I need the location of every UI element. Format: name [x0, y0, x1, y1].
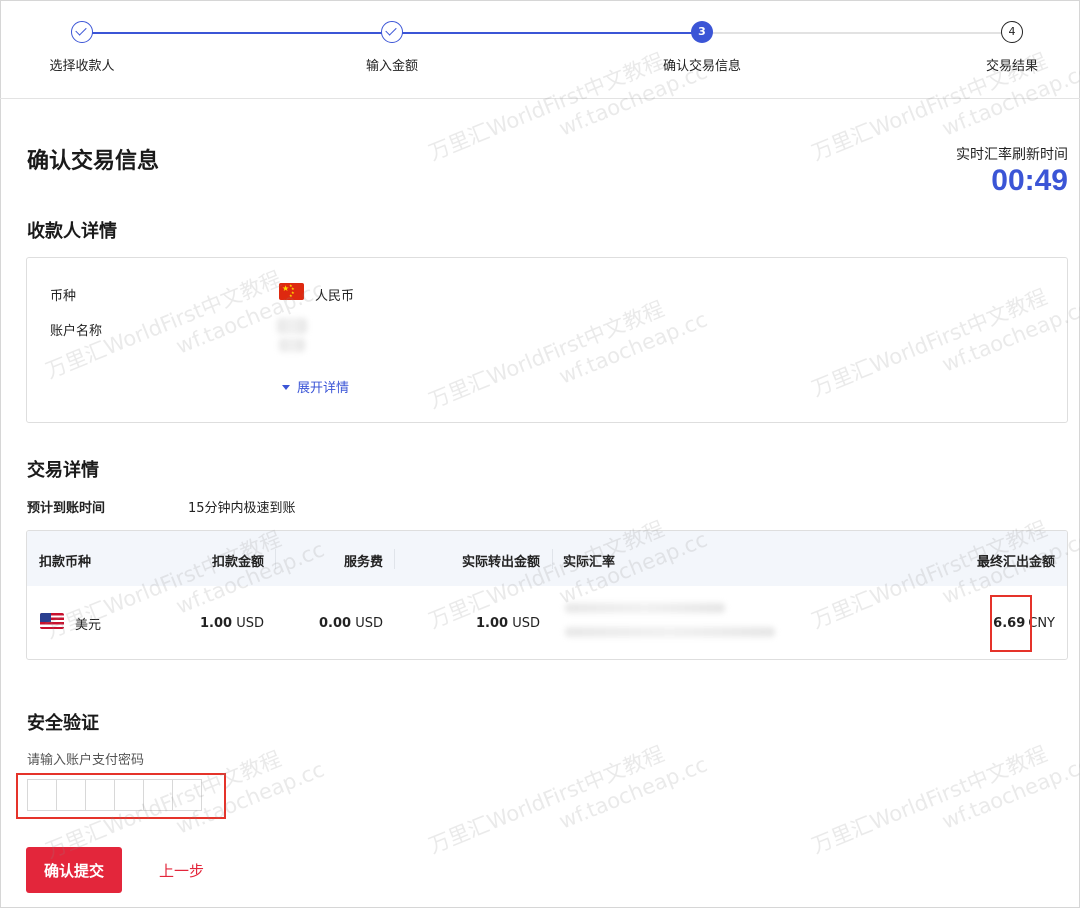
blurred-exchange-rate: [565, 603, 725, 613]
currency-label: 币种: [50, 289, 77, 304]
currency-value: 人民币: [315, 289, 355, 304]
confirm-submit-button[interactable]: 确认提交: [26, 847, 122, 893]
step-label: 输入金额: [365, 59, 418, 74]
step-confirm-transaction: 3 确认交易信息: [642, 21, 762, 74]
col-debit-currency: 扣款币种: [39, 555, 92, 570]
caret-down-icon: [282, 385, 290, 390]
refresh-countdown: 00:49: [991, 164, 1068, 197]
step-number: 4: [1001, 21, 1023, 43]
debit-amount-value: 1.00 USD: [200, 616, 264, 631]
account-name-label: 账户名称: [50, 324, 103, 339]
column-divider: [552, 549, 553, 569]
arrival-time-value: 15分钟内极速到账: [188, 501, 296, 516]
step-label: 交易结果: [985, 59, 1038, 74]
arrival-time-label: 预计到账时间: [27, 501, 106, 516]
previous-step-link[interactable]: 上一步: [159, 860, 204, 881]
column-divider: [275, 549, 276, 569]
page-title: 确认交易信息: [27, 149, 160, 174]
step-label: 确认交易信息: [662, 59, 741, 74]
service-fee-value: 0.00 USD: [319, 616, 383, 631]
step-select-payee: 选择收款人: [22, 21, 142, 74]
table-header: 扣款币种 扣款金额 服务费 实际转出金额 实际汇率 最终汇出金额: [27, 531, 1067, 586]
step-transaction-result: 4 交易结果: [952, 21, 1072, 74]
us-flag-icon: [40, 613, 64, 629]
debit-currency-value: 美元: [75, 618, 102, 633]
china-flag-icon: ★ ★ ★ ★ ★: [279, 283, 304, 300]
actual-amount-value: 1.00 USD: [476, 616, 540, 631]
rate-refresh-timer: 实时汇率刷新时间 00:49: [956, 144, 1068, 198]
progress-stepper: 选择收款人 输入金额 3 确认交易信息 4 交易结果: [0, 0, 1080, 99]
blurred-exchange-rate: [565, 627, 775, 637]
col-debit-amount: 扣款金额: [211, 555, 264, 570]
step-label: 选择收款人: [49, 59, 115, 74]
column-divider: [394, 549, 395, 569]
password-hint: 请输入账户支付密码: [27, 753, 145, 768]
step-number: 3: [691, 21, 713, 43]
step-done-check-icon: [381, 21, 403, 43]
payee-section-title: 收款人详情: [27, 221, 117, 242]
transaction-table: 扣款币种 扣款金额 服务费 实际转出金额 实际汇率 最终汇出金额 美元 1.00…: [26, 530, 1068, 660]
expand-details-link[interactable]: 展开详情: [282, 377, 349, 396]
col-service-fee: 服务费: [343, 555, 383, 570]
blurred-account-name: [277, 318, 307, 334]
col-actual-amount: 实际转出金额: [461, 555, 540, 570]
transaction-section-title: 交易详情: [27, 460, 99, 481]
col-final-amount: 最终汇出金额: [976, 555, 1055, 570]
password-highlight: [16, 773, 226, 819]
expand-details-label: 展开详情: [297, 381, 350, 396]
payee-card: 币种 ★ ★ ★ ★ ★ 人民币 账户名称 展开详情: [26, 257, 1068, 423]
page-frame: [0, 0, 1080, 908]
col-actual-rate: 实际汇率: [563, 555, 616, 570]
final-amount-highlight: [990, 595, 1032, 652]
security-section-title: 安全验证: [27, 713, 99, 734]
blurred-account-name: [279, 338, 305, 352]
refresh-label: 实时汇率刷新时间: [956, 147, 1068, 163]
step-enter-amount: 输入金额: [332, 21, 452, 74]
step-done-check-icon: [71, 21, 93, 43]
